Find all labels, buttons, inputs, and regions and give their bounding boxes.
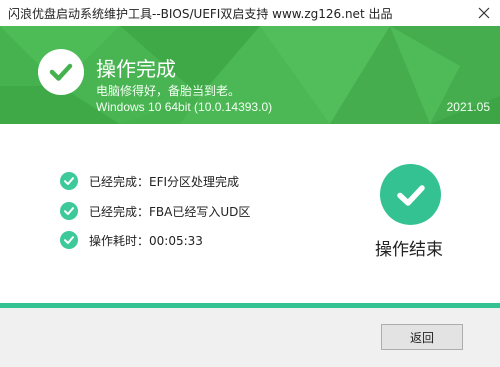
status-text: 已经完成：FBA已经写入UD区: [89, 204, 251, 219]
header-title: 操作完成: [96, 57, 176, 81]
status-item: 已经完成：EFI分区处理完成: [60, 172, 239, 190]
check-circle-icon: [380, 164, 441, 225]
success-check-icon: [38, 49, 84, 95]
header-subtitle: 电脑修得好，备胎当到老。: [96, 84, 241, 98]
back-button[interactable]: 返回: [381, 324, 463, 350]
status-text: 操作耗时：00:05:33: [89, 233, 203, 248]
check-icon: [60, 231, 78, 249]
close-button[interactable]: [468, 0, 500, 26]
title-bar: 闪浪优盘启动系统维护工具--BIOS/UEFI双启支持 www.zg126.ne…: [0, 0, 500, 26]
app-window: 闪浪优盘启动系统维护工具--BIOS/UEFI双启支持 www.zg126.ne…: [0, 0, 500, 367]
close-icon: [478, 7, 490, 19]
os-info: Windows 10 64bit (10.0.14393.0): [96, 100, 273, 114]
check-icon: [60, 202, 78, 220]
check-icon: [60, 172, 78, 190]
window-title: 闪浪优盘启动系统维护工具--BIOS/UEFI双启支持 www.zg126.ne…: [8, 7, 393, 21]
status-item: 已经完成：FBA已经写入UD区: [60, 202, 250, 220]
result-label: 操作结束: [375, 240, 443, 260]
status-item: 操作耗时：00:05:33: [60, 231, 203, 249]
version-label: 2021.05: [446, 100, 490, 114]
status-text: 已经完成：EFI分区处理完成: [89, 174, 240, 189]
